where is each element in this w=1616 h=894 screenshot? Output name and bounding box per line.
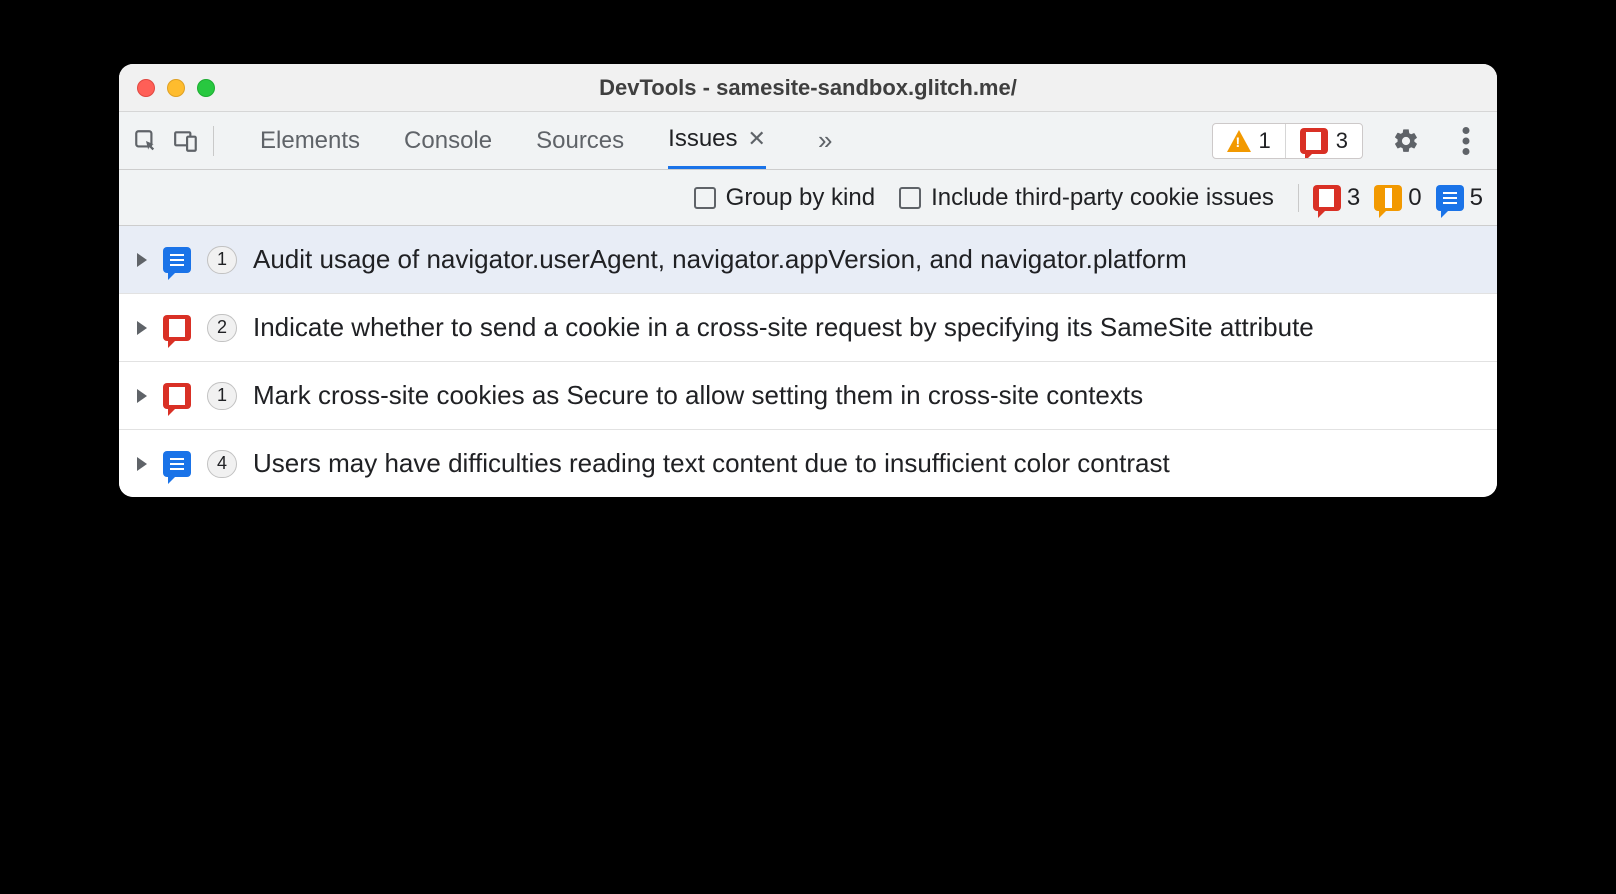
issue-count-badge: 4 xyxy=(207,450,237,478)
info-kind-count: 5 xyxy=(1436,184,1483,212)
issues-list: 1 Audit usage of navigator.userAgent, na… xyxy=(119,226,1497,497)
tab-close-icon[interactable]: ✕ xyxy=(748,126,766,152)
issue-count-badge: 2 xyxy=(207,314,237,342)
tab-console[interactable]: Console xyxy=(404,112,492,169)
tab-sources[interactable]: Sources xyxy=(536,112,624,169)
issue-kind-counts: ✕ 3 ! 0 5 xyxy=(1298,184,1483,212)
window-close-button[interactable] xyxy=(137,79,155,97)
group-by-kind-label: Group by kind xyxy=(726,184,875,212)
device-toggle-icon[interactable] xyxy=(173,128,199,154)
checkbox-icon xyxy=(899,187,921,209)
issue-counters-box[interactable]: 1 ✕ 3 xyxy=(1212,123,1364,159)
group-by-kind-checkbox[interactable]: Group by kind xyxy=(694,184,875,212)
warning-icon xyxy=(1227,130,1251,152)
info-icon xyxy=(163,451,191,477)
error-counter[interactable]: ✕ 3 xyxy=(1285,124,1362,158)
issue-title: Users may have difficulties reading text… xyxy=(253,446,1477,481)
warning-count: 1 xyxy=(1259,128,1271,154)
traffic-lights xyxy=(119,79,215,97)
issue-title: Indicate whether to send a cookie in a c… xyxy=(253,310,1477,345)
issue-title: Mark cross-site cookies as Secure to all… xyxy=(253,378,1477,413)
issue-row[interactable]: ✕ 1 Mark cross-site cookies as Secure to… xyxy=(119,362,1497,430)
include-third-party-label: Include third-party cookie issues xyxy=(931,184,1274,212)
titlebar: DevTools - samesite-sandbox.glitch.me/ xyxy=(119,64,1497,112)
warning-counter[interactable]: 1 xyxy=(1213,124,1285,158)
disclosure-triangle-icon[interactable] xyxy=(137,321,147,335)
window-title: DevTools - samesite-sandbox.glitch.me/ xyxy=(119,75,1497,101)
more-tabs-icon[interactable]: » xyxy=(818,125,832,156)
settings-button[interactable] xyxy=(1389,124,1423,158)
disclosure-triangle-icon[interactable] xyxy=(137,389,147,403)
error-icon: ✕ xyxy=(1300,128,1328,154)
more-options-button[interactable] xyxy=(1449,124,1483,158)
window-maximize-button[interactable] xyxy=(197,79,215,97)
error-icon: ✕ xyxy=(163,383,191,409)
checkbox-icon xyxy=(694,187,716,209)
tab-issues[interactable]: Issues ✕ xyxy=(668,112,766,169)
issue-row[interactable]: ✕ 2 Indicate whether to send a cookie in… xyxy=(119,294,1497,362)
info-icon xyxy=(163,247,191,273)
warning-icon: ! xyxy=(1374,185,1402,211)
window-minimize-button[interactable] xyxy=(167,79,185,97)
issues-options-bar: Group by kind Include third-party cookie… xyxy=(119,170,1497,226)
disclosure-triangle-icon[interactable] xyxy=(137,253,147,267)
warning-kind-count: ! 0 xyxy=(1374,184,1421,212)
issue-title: Audit usage of navigator.userAgent, navi… xyxy=(253,242,1477,277)
main-tabbar: Elements Console Sources Issues ✕ » 1 ✕ … xyxy=(119,112,1497,170)
inspect-element-icon[interactable] xyxy=(133,128,159,154)
error-kind-count: ✕ 3 xyxy=(1313,184,1360,212)
issue-row[interactable]: 1 Audit usage of navigator.userAgent, na… xyxy=(119,226,1497,294)
tabbar-left-tools xyxy=(133,128,199,154)
issue-count-badge: 1 xyxy=(207,382,237,410)
tabs: Elements Console Sources Issues ✕ » xyxy=(260,112,832,169)
info-icon xyxy=(1436,185,1464,211)
toolbar-divider xyxy=(213,126,214,156)
devtools-window: DevTools - samesite-sandbox.glitch.me/ E… xyxy=(119,64,1497,497)
issue-row[interactable]: 4 Users may have difficulties reading te… xyxy=(119,430,1497,497)
issue-count-badge: 1 xyxy=(207,246,237,274)
error-icon: ✕ xyxy=(1313,185,1341,211)
tab-elements[interactable]: Elements xyxy=(260,112,360,169)
error-count: 3 xyxy=(1336,128,1348,154)
include-third-party-checkbox[interactable]: Include third-party cookie issues xyxy=(899,184,1274,212)
disclosure-triangle-icon[interactable] xyxy=(137,457,147,471)
error-icon: ✕ xyxy=(163,315,191,341)
tab-issues-label: Issues xyxy=(668,125,737,153)
